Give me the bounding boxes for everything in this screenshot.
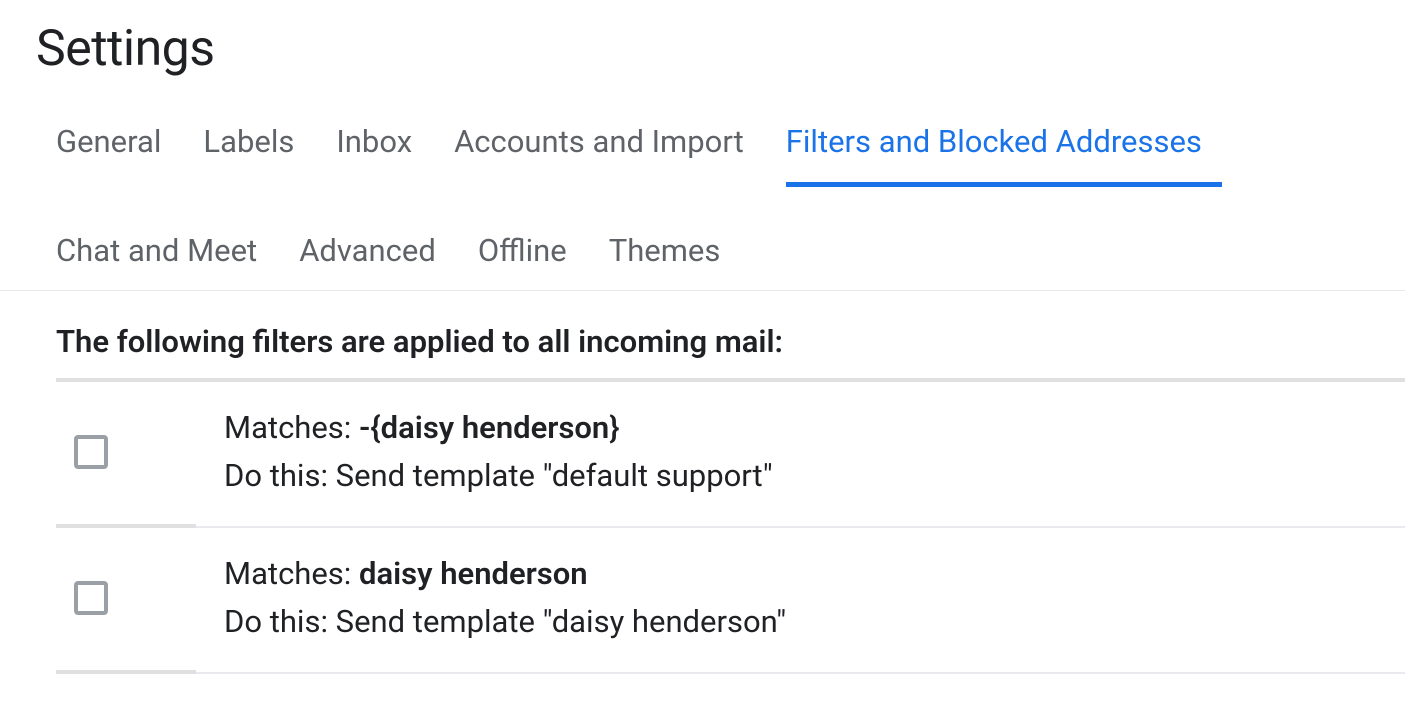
tabs-container: General Labels Inbox Accounts and Import… (0, 108, 1405, 291)
tab-offline[interactable]: Offline (478, 217, 587, 271)
filter-text: Matches: daisy henderson Do this: Send t… (224, 550, 786, 646)
tab-filters-and-blocked-addresses[interactable]: Filters and Blocked Addresses (786, 108, 1222, 187)
tab-chat-and-meet[interactable]: Chat and Meet (56, 217, 277, 271)
tab-inbox[interactable]: Inbox (336, 108, 432, 187)
filters-intro: The following filters are applied to all… (56, 323, 1405, 378)
filter-matches-line: Matches: daisy henderson (224, 550, 786, 598)
page-title: Settings (0, 0, 1405, 108)
filter-matches-line: Matches: -{daisy henderson} (224, 404, 773, 452)
filter-matches-value: daisy henderson (359, 555, 588, 592)
tab-themes[interactable]: Themes (609, 217, 741, 271)
filter-text: Matches: -{daisy henderson} Do this: Sen… (224, 404, 773, 500)
filter-action-line: Do this: Send template "daisy henderson" (224, 598, 786, 646)
filter-matches-label: Matches: (224, 555, 359, 592)
filter-action-value: Send template "default support" (336, 457, 773, 494)
tab-general[interactable]: General (56, 108, 181, 187)
tabs-row-1: General Labels Inbox Accounts and Import… (56, 108, 1405, 187)
tab-labels[interactable]: Labels (203, 108, 314, 187)
filter-checkbox[interactable] (74, 435, 108, 469)
tab-advanced[interactable]: Advanced (299, 217, 456, 271)
filter-checkbox-cell (56, 435, 224, 469)
filter-row: Matches: -{daisy henderson} Do this: Sen… (56, 382, 1405, 528)
filter-action-label: Do this: (224, 603, 336, 640)
filter-matches-value: -{daisy henderson} (359, 409, 620, 446)
filter-row: Matches: daisy henderson Do this: Send t… (56, 528, 1405, 674)
tabs-row-2: Chat and Meet Advanced Offline Themes (56, 187, 1405, 289)
filter-matches-label: Matches: (224, 409, 359, 446)
filter-checkbox[interactable] (74, 581, 108, 615)
filter-action-line: Do this: Send template "default support" (224, 452, 773, 500)
filter-list: Matches: -{daisy henderson} Do this: Sen… (56, 378, 1405, 674)
filter-action-label: Do this: (224, 457, 336, 494)
filters-content: The following filters are applied to all… (0, 291, 1405, 674)
filter-checkbox-cell (56, 581, 224, 615)
tab-accounts-and-import[interactable]: Accounts and Import (454, 108, 764, 187)
filter-action-value: Send template "daisy henderson" (336, 603, 786, 640)
